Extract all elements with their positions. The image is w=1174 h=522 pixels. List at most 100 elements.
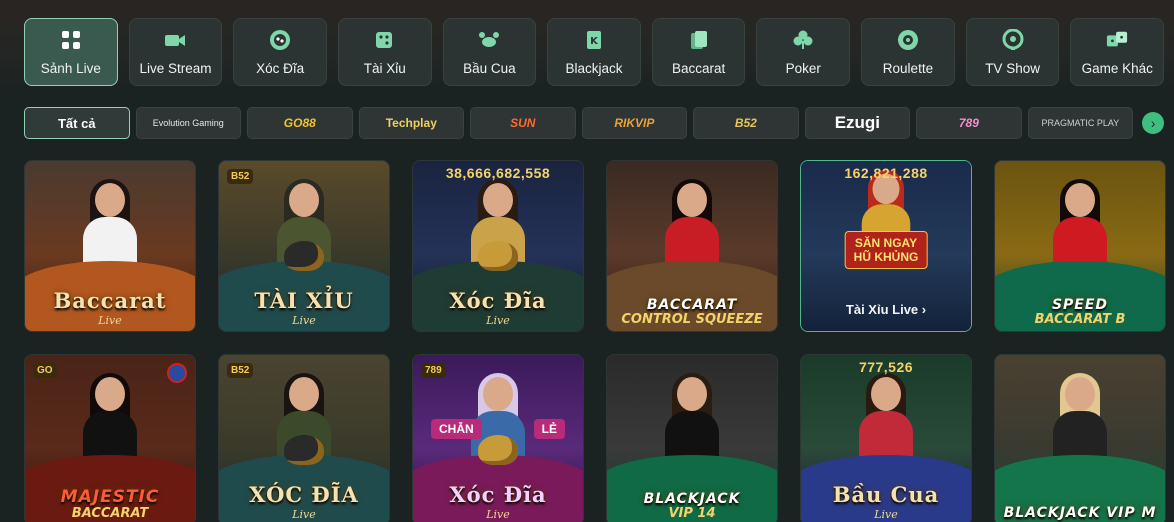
chan-label: CHẴN bbox=[431, 419, 482, 439]
category-tab-5[interactable]: K Blackjack bbox=[547, 18, 641, 86]
provider-badge: B52 bbox=[227, 169, 254, 184]
game-title: BLACKJACK bbox=[643, 491, 741, 507]
category-tab-0[interactable]: Sảnh Live bbox=[24, 18, 118, 86]
club-icon bbox=[792, 29, 814, 51]
game-card[interactable]: 38,666,682,558 Xóc Đĩa Live bbox=[412, 160, 584, 332]
provider-filter-5[interactable]: RIKVIP bbox=[581, 107, 688, 139]
game-title: BLACKJACK VIP M bbox=[1003, 505, 1157, 521]
category-tab-3[interactable]: Tài Xỉu bbox=[337, 18, 432, 86]
category-tab-10[interactable]: Game Khác bbox=[1070, 18, 1165, 86]
game-card[interactable]: BLACKJACK VIP M bbox=[994, 354, 1166, 522]
dice-bowl-icon bbox=[284, 241, 324, 271]
provider-filter-4[interactable]: SUN bbox=[470, 107, 576, 139]
dice-icon bbox=[374, 29, 396, 51]
game-subtitle: Live bbox=[292, 314, 316, 327]
card-k-icon: K bbox=[583, 29, 605, 51]
provider-label: Evolution Gaming bbox=[152, 118, 224, 128]
card-icon bbox=[688, 29, 710, 51]
game-card[interactable]: SPEED BACCARAT B bbox=[994, 160, 1166, 332]
promo-banner: SĂN NGAY HŨ KHỦNG bbox=[844, 231, 928, 269]
provider-filter-8[interactable]: 789 bbox=[916, 107, 1022, 139]
category-label: Bầu Cua bbox=[463, 60, 516, 76]
provider-label: GO88 bbox=[283, 116, 316, 130]
le-label: LẺ bbox=[533, 419, 565, 439]
game-subtitle: Live bbox=[292, 508, 316, 521]
game-title: MAJESTIC bbox=[60, 487, 160, 507]
category-label: Blackjack bbox=[565, 60, 623, 76]
provider-filter-bar: Tất cả Evolution Gaming GO88 Techplay SUN RIK… bbox=[24, 107, 1165, 139]
game-card[interactable]: Baccarat Live bbox=[24, 160, 196, 332]
provider-badge: GO bbox=[33, 363, 57, 378]
category-label: TV Show bbox=[985, 60, 1040, 76]
dice-bowl-icon bbox=[478, 241, 518, 271]
providers-next-button[interactable]: › bbox=[1142, 112, 1165, 134]
provider-label: PRAGMATIC PLAY bbox=[1041, 118, 1120, 128]
game-subtitle: Live bbox=[98, 314, 122, 327]
provider-badge: B52 bbox=[227, 363, 254, 378]
category-tab-2[interactable]: Xóc Đĩa bbox=[233, 18, 327, 86]
category-bar: Sảnh Live Live Stream Xóc Đĩa Tài Xỉu Bầu Cu… bbox=[24, 18, 1165, 86]
provider-label: 789 bbox=[958, 116, 979, 130]
game-title: Bầu Cua bbox=[832, 482, 940, 507]
provider-badge: 789 bbox=[421, 363, 446, 378]
game-card[interactable]: B52 XÓC ĐĨA Live bbox=[218, 354, 390, 522]
svg-text:K: K bbox=[590, 36, 599, 47]
game-card[interactable]: B52 TÀI XỈU Live bbox=[218, 160, 390, 332]
roulette-icon bbox=[897, 29, 919, 51]
game-link[interactable]: Tài Xỉu Live › bbox=[801, 302, 971, 317]
game-title: TÀI XỈU bbox=[254, 288, 354, 313]
category-label: Roulette bbox=[882, 60, 934, 76]
game-subtitle: Live bbox=[486, 314, 510, 327]
dice-bowl-icon bbox=[284, 435, 324, 465]
provider-filter-7[interactable]: Ezugi bbox=[804, 107, 911, 139]
provider-filter-3[interactable]: Techplay bbox=[358, 107, 465, 139]
game-dice-icon bbox=[1106, 29, 1128, 51]
game-title: SPEED bbox=[1051, 297, 1109, 313]
category-label: Game Khác bbox=[1081, 60, 1153, 76]
game-subtitle: Live bbox=[486, 508, 510, 521]
game-card[interactable]: BACCARAT CONTROL SQUEEZE bbox=[606, 160, 778, 332]
crab-icon bbox=[478, 29, 500, 51]
game-card[interactable]: 162,821,288 SĂN NGAY HŨ KHỦNG Tài Xỉu Live… bbox=[800, 160, 972, 332]
category-label: Poker bbox=[785, 60, 821, 76]
game-title: Xóc Đĩa bbox=[449, 482, 547, 507]
tv-wheel-icon bbox=[1002, 28, 1024, 51]
game-card[interactable]: GO MAJESTIC BACCARAT bbox=[24, 354, 196, 522]
game-title: XÓC ĐĨA bbox=[249, 482, 359, 507]
game-card[interactable]: BLACKJACK VIP 14 bbox=[606, 354, 778, 522]
game-subtitle: CONTROL SQUEEZE bbox=[621, 312, 763, 327]
jackpot-amount: 38,666,682,558 bbox=[445, 165, 551, 181]
provider-label: B52 bbox=[734, 116, 757, 130]
category-label: Sảnh Live bbox=[40, 60, 101, 76]
camera-icon bbox=[164, 29, 186, 51]
flag-icon bbox=[167, 363, 187, 383]
game-subtitle: Live bbox=[874, 508, 898, 521]
category-tab-9[interactable]: TV Show bbox=[965, 18, 1060, 86]
dice-plate-icon bbox=[269, 29, 291, 51]
category-tab-7[interactable]: Poker bbox=[756, 18, 851, 86]
provider-filter-6[interactable]: B52 bbox=[693, 107, 799, 139]
jackpot-amount: 162,821,288 bbox=[844, 165, 928, 181]
provider-filter-2[interactable]: GO88 bbox=[247, 107, 353, 139]
game-card[interactable]: CHẴN LẺ 789 Xóc Đĩa Live bbox=[412, 354, 584, 522]
game-title: Xóc Đĩa bbox=[449, 288, 547, 313]
category-tab-1[interactable]: Live Stream bbox=[128, 18, 223, 86]
provider-filter-0[interactable]: Tất cả bbox=[24, 107, 130, 139]
dice-bowl-icon bbox=[478, 435, 518, 465]
grid-icon bbox=[60, 29, 82, 51]
category-tab-4[interactable]: Bầu Cua bbox=[442, 18, 537, 86]
provider-label: RIKVIP bbox=[614, 116, 655, 130]
provider-label: SUN bbox=[510, 116, 536, 130]
provider-filter-9[interactable]: PRAGMATIC PLAY bbox=[1027, 107, 1134, 139]
game-subtitle: BACCARAT B bbox=[1034, 312, 1126, 327]
game-subtitle: BACCARAT bbox=[71, 506, 149, 521]
category-tab-8[interactable]: Roulette bbox=[861, 18, 955, 86]
category-tab-6[interactable]: Baccarat bbox=[651, 18, 746, 86]
game-title: Baccarat bbox=[53, 288, 167, 313]
game-card[interactable]: 777,526 Bầu Cua Live bbox=[800, 354, 972, 522]
provider-label: Techplay bbox=[385, 116, 437, 130]
provider-label: Tất cả bbox=[57, 115, 96, 131]
category-label: Live Stream bbox=[139, 60, 212, 76]
provider-label: Ezugi bbox=[834, 113, 881, 132]
provider-filter-1[interactable]: Evolution Gaming bbox=[135, 107, 242, 139]
